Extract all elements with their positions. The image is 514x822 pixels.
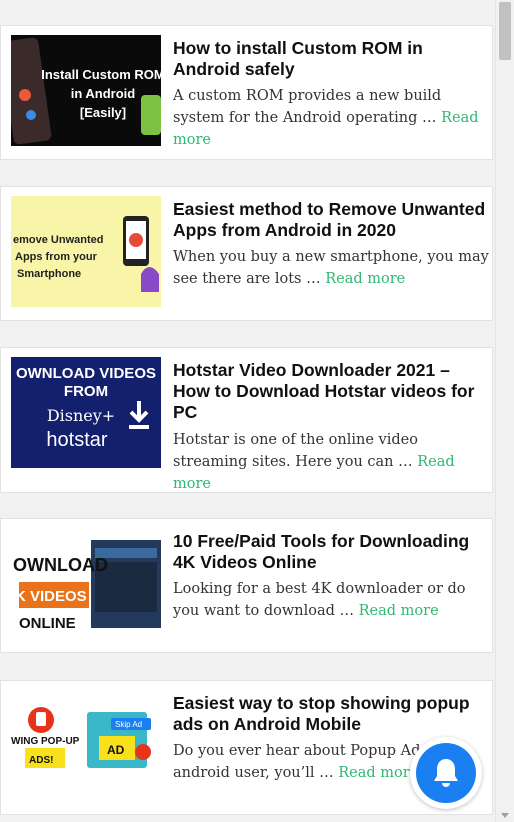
article-card[interactable]: OWNLOAD VIDEOS FROM Disney+ hotstar Hots… xyxy=(0,347,493,493)
thumb-text: FROM xyxy=(64,383,108,400)
thumb-text: Apps from your xyxy=(15,251,98,263)
thumb-text: [Easily] xyxy=(80,105,126,120)
article-excerpt: Hotstar is one of the online video strea… xyxy=(173,429,489,495)
article-title[interactable]: Easiest method to Remove Unwanted Apps f… xyxy=(173,199,489,241)
article-feed: Install Custom ROM in Android [Easily] H… xyxy=(0,0,494,822)
thumb-text: in Android xyxy=(71,86,136,101)
read-more-link[interactable]: Read more xyxy=(338,765,418,781)
article-excerpt: Looking for a best 4K downloader or do y… xyxy=(173,578,489,622)
thumb-text: OWNLOAD xyxy=(13,555,108,575)
scroll-down-arrow-icon[interactable] xyxy=(501,813,509,818)
notification-button[interactable] xyxy=(410,737,482,809)
article-thumbnail[interactable]: OWNLOAD VIDEOS FROM Disney+ hotstar xyxy=(11,357,161,468)
article-title[interactable]: How to install Custom ROM in Android saf… xyxy=(173,38,489,80)
thumb-text: ONLINE xyxy=(19,615,76,632)
article-title[interactable]: 10 Free/Paid Tools for Downloading 4K Vi… xyxy=(173,531,489,573)
thumb-text: WING POP-UP xyxy=(11,736,80,747)
article-excerpt: When you buy a new smartphone, you may s… xyxy=(173,246,489,290)
notification-button-inner[interactable] xyxy=(416,743,476,803)
article-card[interactable]: Install Custom ROM in Android [Easily] H… xyxy=(0,25,493,160)
article-thumbnail[interactable]: emove Unwanted Apps from your Smartphone xyxy=(11,196,161,307)
scrollbar-thumb[interactable] xyxy=(499,2,511,60)
article-thumbnail[interactable]: Install Custom ROM in Android [Easily] xyxy=(11,35,161,146)
thumb-text: Install Custom ROM xyxy=(41,67,161,82)
thumb-text: Smartphone xyxy=(17,268,81,280)
thumb-text: AD xyxy=(107,743,125,757)
article-card[interactable]: emove Unwanted Apps from your Smartphone… xyxy=(0,186,493,321)
read-more-link[interactable]: Read more xyxy=(325,271,405,287)
thumb-text: K VIDEOS xyxy=(15,588,87,605)
article-card[interactable]: OWNLOAD K VIDEOS ONLINE 10 Free/Paid Too… xyxy=(0,518,493,653)
article-excerpt: A custom ROM provides a new build system… xyxy=(173,85,489,151)
thumb-text: Skip Ad xyxy=(115,720,142,729)
excerpt-text: Hotstar is one of the online video strea… xyxy=(173,432,418,470)
article-title[interactable]: Hotstar Video Downloader 2021 – How to D… xyxy=(173,360,489,423)
bell-icon xyxy=(434,759,458,787)
thumb-text: hotstar xyxy=(46,429,107,451)
thumb-text: emove Unwanted xyxy=(13,234,103,246)
thumb-text: Disney+ xyxy=(47,406,115,425)
article-title[interactable]: Easiest way to stop showing popup ads on… xyxy=(173,693,489,735)
excerpt-text: A custom ROM provides a new build system… xyxy=(173,88,442,126)
article-thumbnail[interactable]: WING POP-UP ADS! AD Skip Ad xyxy=(11,690,161,801)
thumb-text: ADS! xyxy=(29,755,53,766)
thumb-text: OWNLOAD VIDEOS xyxy=(16,365,156,382)
read-more-link[interactable]: Read more xyxy=(359,603,439,619)
article-thumbnail[interactable]: OWNLOAD K VIDEOS ONLINE xyxy=(11,528,161,639)
vertical-scrollbar[interactable] xyxy=(495,0,514,822)
